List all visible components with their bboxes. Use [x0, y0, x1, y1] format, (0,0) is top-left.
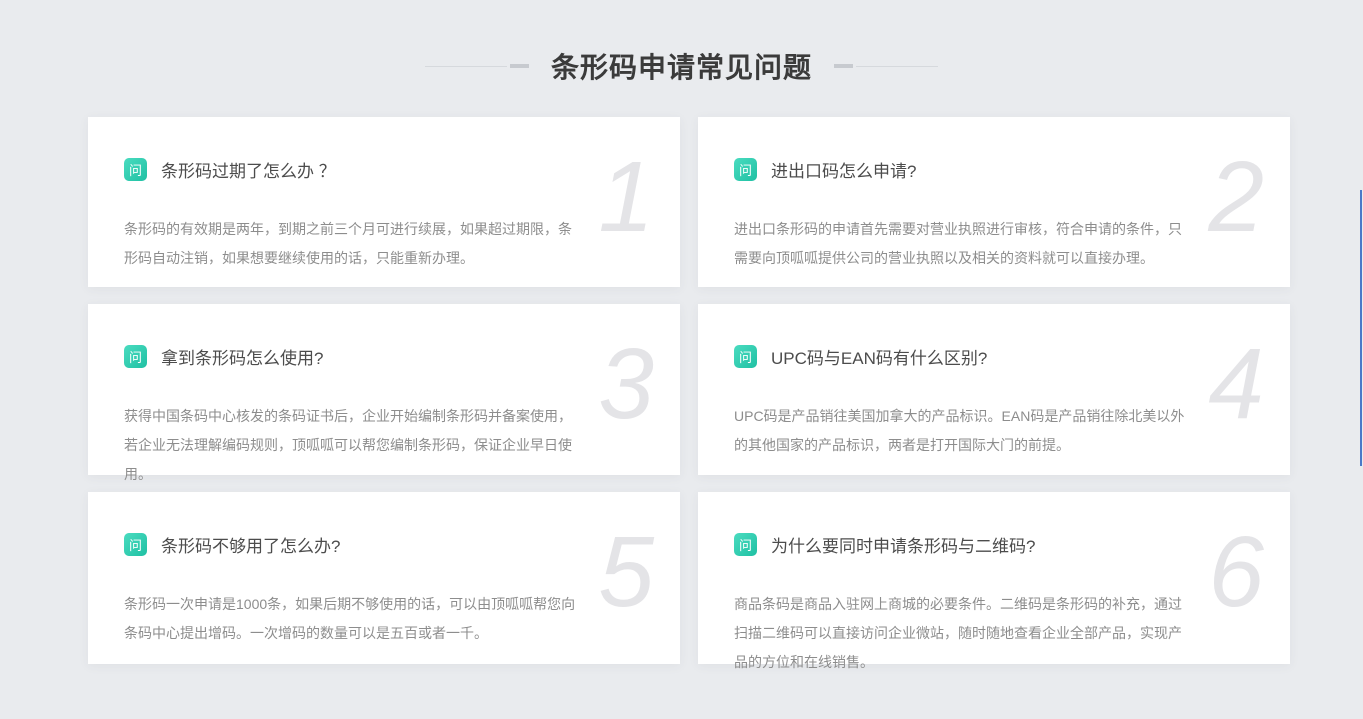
title-decoration-right [834, 64, 938, 68]
question-icon: 问 [734, 158, 757, 181]
faq-question-title: 条形码不够用了怎么办? [161, 532, 340, 557]
question-icon: 问 [734, 533, 757, 556]
faq-answer-text: 获得中国条码中心核发的条码证书后，企业开始编制条形码并备案使用，若企业无法理解编… [124, 402, 576, 489]
faq-card-number: 6 [1208, 522, 1264, 622]
question-icon: 问 [734, 345, 757, 368]
faq-question-title: 条形码过期了怎么办 ？ [161, 157, 336, 182]
question-icon: 问 [124, 345, 147, 368]
faq-question-row: 问 为什么要同时申请条形码与二维码? [734, 532, 1170, 557]
faq-card-3: 问 拿到条形码怎么使用? 获得中国条码中心核发的条码证书后，企业开始编制条形码并… [88, 304, 680, 475]
faq-card-number: 4 [1208, 334, 1264, 434]
title-line-right [856, 66, 938, 67]
floating-sidebar-edge[interactable] [1360, 190, 1362, 466]
title-dash-right [834, 64, 853, 68]
faq-question-row: 问 进出口码怎么申请? [734, 157, 1170, 182]
faq-answer-text: 条形码一次申请是1000条，如果后期不够使用的话，可以由顶呱呱帮您向条码中心提出… [124, 590, 576, 648]
faq-answer-text: UPC码是产品销往美国加拿大的产品标识。EAN码是产品销往除北美以外的其他国家的… [734, 402, 1186, 460]
faq-question-row: 问 条形码不够用了怎么办? [124, 532, 560, 557]
faq-card-4: 问 UPC码与EAN码有什么区别? UPC码是产品销往美国加拿大的产品标识。EA… [698, 304, 1290, 475]
section-header: 条形码申请常见问题 [0, 38, 1363, 94]
title-line-left [425, 66, 507, 67]
faq-question-row: 问 拿到条形码怎么使用? [124, 344, 560, 369]
faq-question-title: 进出口码怎么申请? [771, 157, 916, 182]
faq-card-number: 2 [1208, 147, 1264, 247]
faq-question-title: 为什么要同时申请条形码与二维码? [771, 532, 1035, 557]
faq-card-number: 1 [598, 147, 654, 247]
title-decoration-left [425, 64, 529, 68]
faq-grid: 问 条形码过期了怎么办 ？ 条形码的有效期是两年，到期之前三个月可进行续展，如果… [88, 117, 1290, 664]
faq-question-row: 问 条形码过期了怎么办 ？ [124, 157, 560, 182]
faq-question-title: 拿到条形码怎么使用? [161, 344, 323, 369]
faq-card-1: 问 条形码过期了怎么办 ？ 条形码的有效期是两年，到期之前三个月可进行续展，如果… [88, 117, 680, 287]
page-title: 条形码申请常见问题 [551, 46, 812, 86]
question-icon: 问 [124, 158, 147, 181]
faq-card-6: 问 为什么要同时申请条形码与二维码? 商品条码是商品入驻网上商城的必要条件。二维… [698, 492, 1290, 664]
faq-answer-text: 条形码的有效期是两年，到期之前三个月可进行续展，如果超过期限，条形码自动注销，如… [124, 215, 576, 273]
faq-card-number: 3 [598, 334, 654, 434]
faq-card-2: 问 进出口码怎么申请? 进出口条形码的申请首先需要对营业执照进行审核，符合申请的… [698, 117, 1290, 287]
faq-question-row: 问 UPC码与EAN码有什么区别? [734, 344, 1170, 369]
faq-answer-text: 进出口条形码的申请首先需要对营业执照进行审核，符合申请的条件，只需要向顶呱呱提供… [734, 215, 1186, 273]
question-icon: 问 [124, 533, 147, 556]
faq-card-5: 问 条形码不够用了怎么办? 条形码一次申请是1000条，如果后期不够使用的话，可… [88, 492, 680, 664]
faq-question-title: UPC码与EAN码有什么区别? [771, 344, 987, 369]
faq-answer-text: 商品条码是商品入驻网上商城的必要条件。二维码是条形码的补充，通过扫描二维码可以直… [734, 590, 1186, 677]
faq-card-number: 5 [598, 522, 654, 622]
title-dash-left [510, 64, 529, 68]
